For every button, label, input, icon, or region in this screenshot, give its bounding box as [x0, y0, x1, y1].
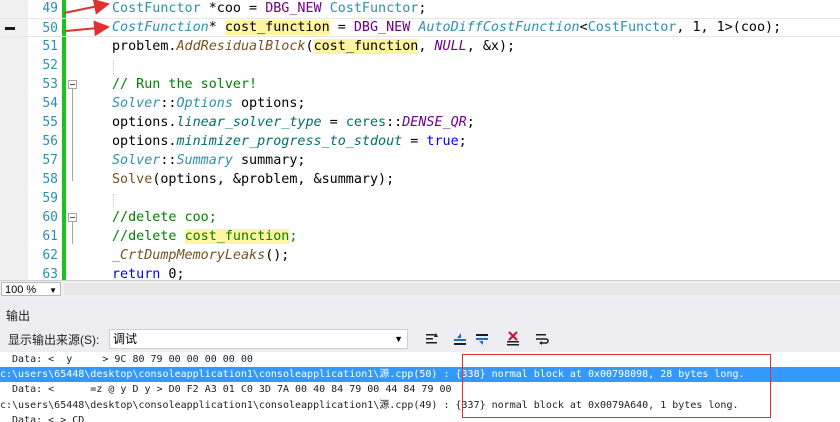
code-comment[interactable]: //delete cost_function; — [112, 227, 297, 246]
find-message-icon[interactable] — [424, 331, 440, 347]
output-source-select[interactable]: 调试 ▼ — [109, 329, 408, 349]
code-line[interactable]: 59 — [0, 189, 840, 208]
code-line[interactable]: 61 //delete cost_function; — [0, 227, 840, 246]
horizontal-scrollbar[interactable] — [64, 283, 840, 295]
line-number: 55 — [42, 115, 58, 130]
line-number: 52 — [42, 58, 58, 73]
collapse-region-icon[interactable] — [68, 213, 77, 222]
code-line[interactable]: 52 — [0, 56, 840, 75]
line-number: 53 — [42, 77, 58, 92]
toggle-word-wrap-icon[interactable] — [534, 331, 550, 347]
code-text[interactable]: options.minimizer_progress_to_stdout = t… — [112, 132, 467, 151]
output-source-value: 调试 — [113, 332, 138, 346]
code-comment[interactable]: // Run the solver! — [112, 75, 257, 94]
output-toolbar: 显示输出来源(S): 调试 ▼ — [0, 326, 840, 352]
output-source-label: 显示输出来源(S): — [8, 333, 100, 347]
code-text[interactable]: return 0; — [112, 265, 185, 280]
clear-all-icon[interactable] — [505, 331, 521, 347]
line-number: 62 — [42, 248, 58, 263]
editor-status-bar: 100 % ▼ — [0, 280, 840, 297]
code-line[interactable]: 60 //delete coo; — [0, 208, 840, 227]
chevron-down-icon: ▼ — [49, 286, 57, 295]
code-text[interactable]: CostFunctor *coo = DBG_NEW CostFunctor; — [112, 0, 426, 18]
indent-guide — [113, 60, 114, 74]
code-line[interactable]: 55 options.linear_solver_type = ceres::D… — [0, 113, 840, 132]
code-text[interactable]: Solver::Options options; — [112, 94, 306, 113]
line-number: 59 — [42, 191, 58, 206]
line-number: 56 — [42, 134, 58, 149]
output-panel-title: 输出 — [6, 309, 31, 323]
code-line[interactable]: 53 // Run the solver! — [0, 75, 840, 94]
outline-line — [72, 222, 73, 244]
outline-line — [72, 89, 73, 181]
code-line[interactable]: 57 Solver::Summary summary; — [0, 151, 840, 170]
line-number: 58 — [42, 172, 58, 187]
zoom-value: 100 % — [5, 284, 37, 296]
line-number: 63 — [42, 267, 58, 280]
zoom-select[interactable]: 100 % ▼ — [1, 282, 61, 296]
line-number: 60 — [42, 210, 58, 225]
code-editor[interactable]: 49 CostFunctor *coo = DBG_NEW CostFuncto… — [0, 0, 840, 280]
line-number: 57 — [42, 153, 58, 168]
code-text[interactable]: Solve(options, &problem, &summary); — [112, 170, 394, 189]
code-line[interactable]: 56 options.minimizer_progress_to_stdout … — [0, 132, 840, 151]
chevron-down-icon: ▼ — [394, 334, 403, 344]
output-panel-header: 输出 — [0, 306, 840, 326]
indent-guide — [113, 194, 114, 208]
red-arrow-icon — [63, 0, 110, 15]
annotation-arrows — [63, 0, 110, 37]
annotation-highlight-box — [462, 354, 771, 418]
output-text-area[interactable]: Data: < y > 9C 80 79 00 00 00 00 00 c:\u… — [0, 352, 840, 422]
panel-splitter[interactable] — [0, 297, 840, 306]
code-text[interactable]: CostFunction* cost_function = DBG_NEW Au… — [112, 18, 781, 37]
code-line[interactable]: 62 _CrtDumpMemoryLeaks(); — [0, 246, 840, 265]
code-text[interactable]: problem.AddResidualBlock(cost_function, … — [112, 37, 515, 56]
next-message-icon[interactable] — [474, 331, 490, 347]
code-line[interactable]: 54 Solver::Options options; — [0, 94, 840, 113]
code-text[interactable]: _CrtDumpMemoryLeaks(); — [112, 246, 289, 265]
line-number: 61 — [42, 229, 58, 244]
collapse-region-icon[interactable] — [68, 80, 77, 89]
code-text[interactable]: options.linear_solver_type = ceres::DENS… — [112, 113, 475, 132]
previous-message-icon[interactable] — [452, 331, 468, 347]
code-text[interactable]: Solver::Summary summary; — [112, 151, 306, 170]
red-arrow-icon — [65, 20, 110, 37]
code-line[interactable]: 63 return 0; — [0, 265, 840, 280]
line-number: 54 — [42, 96, 58, 111]
code-line[interactable]: 58 Solve(options, &problem, &summary); — [0, 170, 840, 189]
code-comment[interactable]: //delete coo; — [112, 208, 217, 227]
